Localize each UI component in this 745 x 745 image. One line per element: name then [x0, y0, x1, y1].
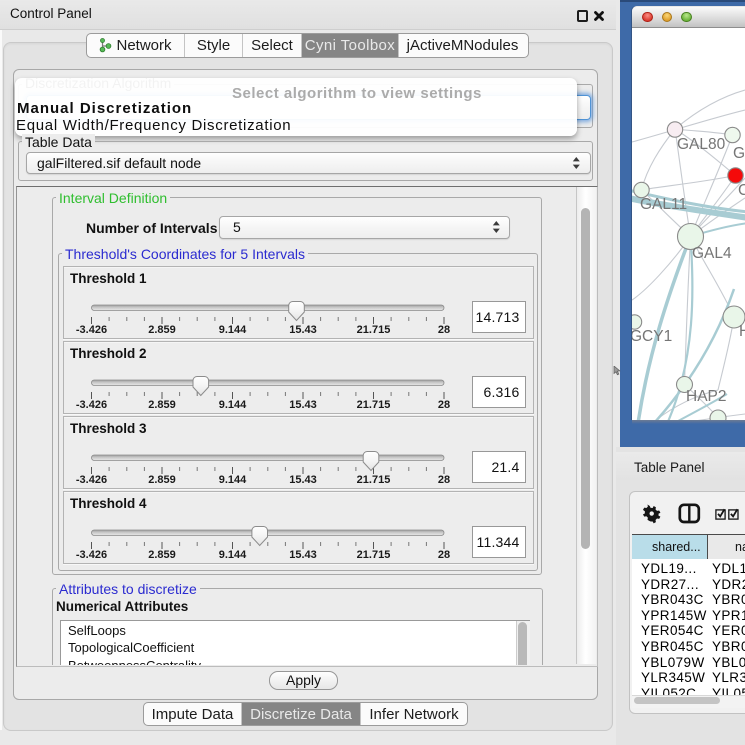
svg-text:GAL4: GAL4	[692, 245, 732, 262]
svg-text:GAL80: GAL80	[677, 136, 726, 153]
svg-text:HAP2: HAP2	[686, 388, 727, 405]
svg-text:H: H	[739, 323, 745, 340]
svg-text:C: C	[738, 182, 745, 199]
svg-text:GAL11: GAL11	[640, 196, 687, 213]
svg-text:GCY1: GCY1	[632, 328, 672, 345]
svg-text:G.: G.	[733, 145, 745, 162]
